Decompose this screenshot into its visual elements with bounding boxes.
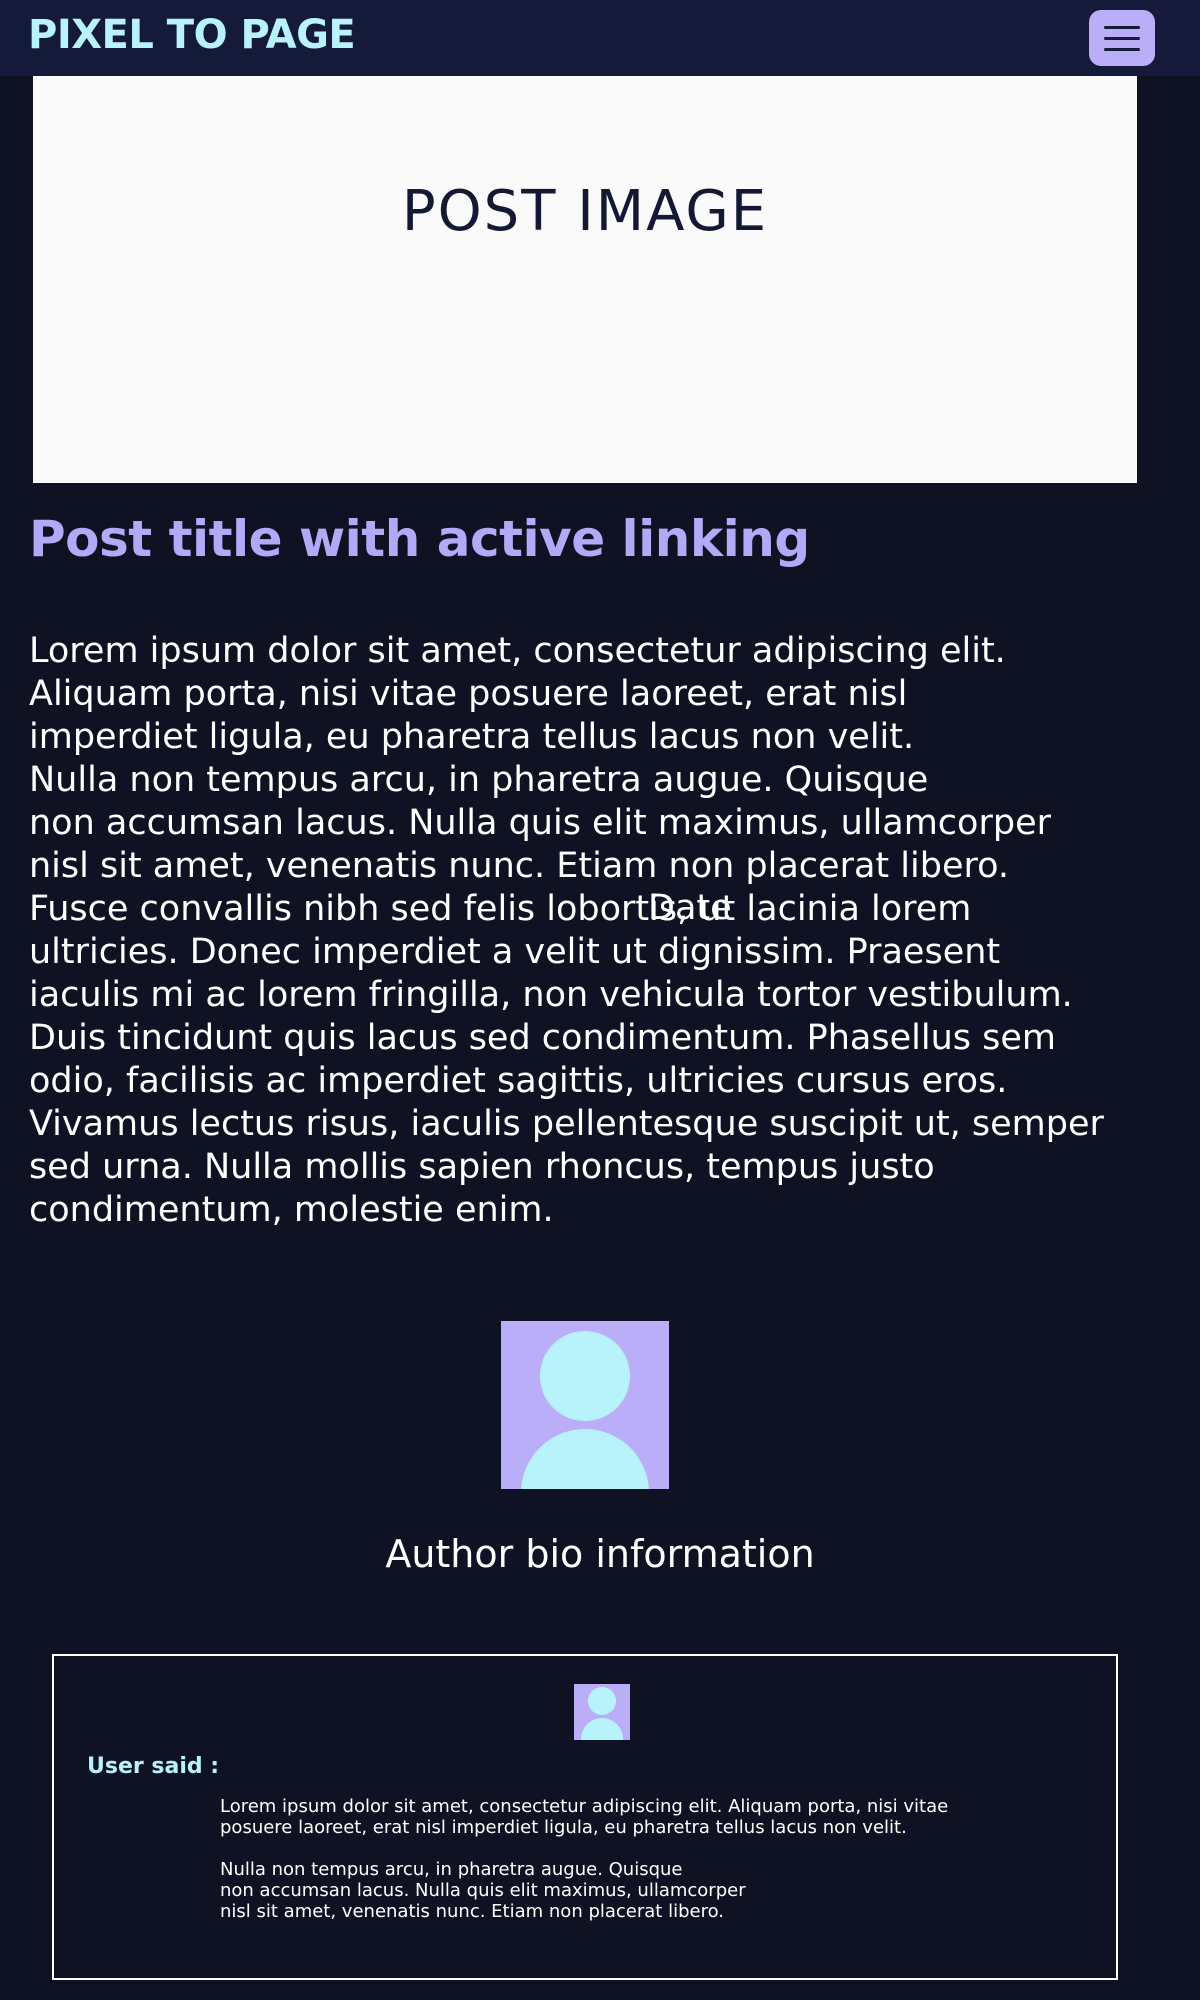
- brand-logo[interactable]: PIXEL TO PAGE: [28, 12, 356, 58]
- avatar-head: [588, 1687, 616, 1715]
- post-date: Date: [648, 888, 732, 928]
- post-body-text: Lorem ipsum dolor sit amet, consectetur …: [29, 631, 1104, 1230]
- menu-bar: [1104, 48, 1140, 51]
- post-image-label: POST IMAGE: [401, 179, 769, 244]
- post-image-placeholder: POST IMAGE: [33, 76, 1137, 483]
- comment-card: User said : Lorem ipsum dolor sit amet, …: [52, 1654, 1118, 1980]
- menu-bar: [1104, 26, 1140, 29]
- comment-user-label: User said :: [87, 1754, 220, 1779]
- comment-text: Lorem ipsum dolor sit amet, consectetur …: [220, 1796, 949, 1922]
- hamburger-menu-icon[interactable]: [1089, 10, 1155, 66]
- menu-bar: [1104, 37, 1140, 40]
- post-title-link[interactable]: Post title with active linking: [29, 510, 810, 568]
- navbar: PIXEL TO PAGE: [0, 0, 1200, 76]
- author-bio: Author bio information: [385, 1532, 815, 1576]
- user-avatar-icon: [574, 1684, 630, 1740]
- user-avatar-icon: [501, 1321, 669, 1489]
- avatar-head: [540, 1331, 630, 1421]
- avatar-torso: [521, 1429, 649, 1489]
- avatar-torso: [581, 1718, 623, 1740]
